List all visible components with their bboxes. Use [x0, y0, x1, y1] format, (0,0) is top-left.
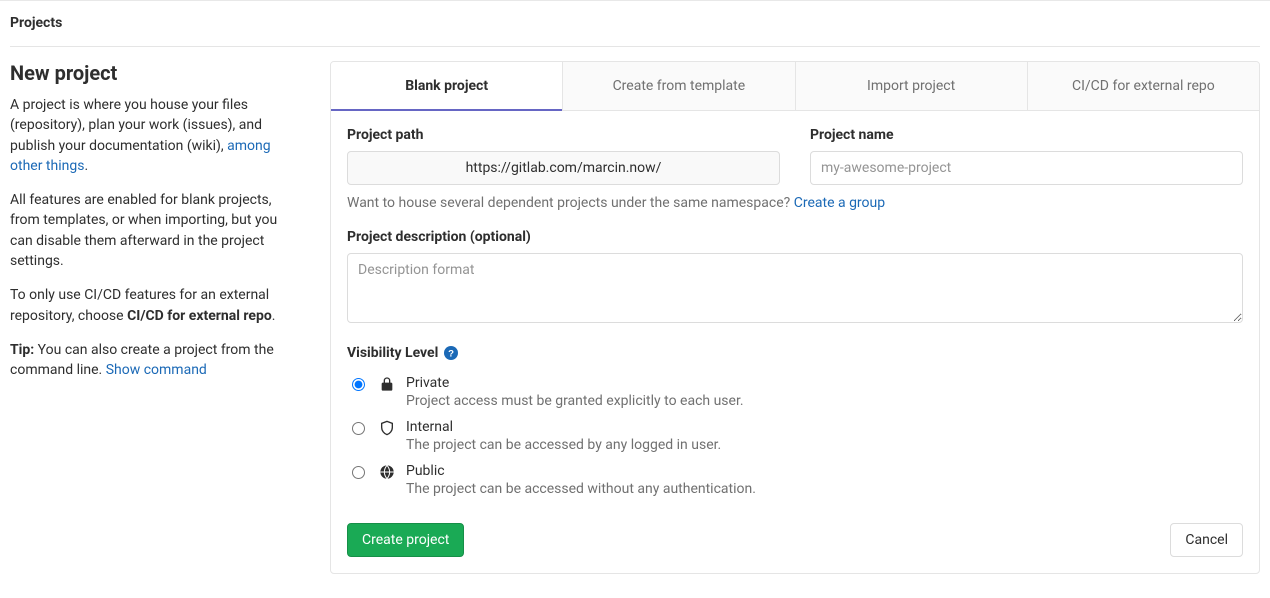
sidebar-cicd-note: To only use CI/CD features for an extern…: [10, 285, 300, 326]
create-group-link[interactable]: Create a group: [794, 195, 885, 211]
visibility-option-public[interactable]: Public The project can be accessed witho…: [347, 463, 1243, 497]
show-command-link[interactable]: Show command: [106, 362, 207, 378]
namespace-hint: Want to house several dependent projects…: [347, 195, 1243, 211]
visibility-title-private: Private: [406, 375, 744, 391]
tab-cicd-external-repo[interactable]: CI/CD for external repo: [1028, 62, 1259, 110]
visibility-radio-public[interactable]: [352, 466, 365, 479]
sidebar-tip: Tip: You can also create a project from …: [10, 340, 300, 381]
cancel-button[interactable]: Cancel: [1170, 523, 1243, 557]
visibility-desc-internal: The project can be accessed by any logge…: [406, 437, 721, 453]
project-name-label: Project name: [810, 127, 1243, 143]
tabs: Blank project Create from template Impor…: [331, 62, 1259, 111]
visibility-desc-private: Project access must be granted explicitl…: [406, 393, 744, 409]
visibility-option-private[interactable]: Private Project access must be granted e…: [347, 375, 1243, 409]
breadcrumb: Projects: [10, 15, 62, 31]
project-path-value: https://gitlab.com/marcin.now/: [347, 151, 780, 185]
svg-text:?: ?: [448, 349, 454, 360]
visibility-desc-public: The project can be accessed without any …: [406, 481, 756, 497]
visibility-title-internal: Internal: [406, 419, 721, 435]
tab-create-from-template[interactable]: Create from template: [563, 62, 795, 110]
sidebar-features-note: All features are enabled for blank proje…: [10, 190, 300, 271]
project-path-label: Project path: [347, 127, 780, 143]
visibility-radio-internal[interactable]: [352, 422, 365, 435]
help-icon[interactable]: ?: [444, 346, 458, 360]
project-description-input[interactable]: [347, 253, 1243, 323]
tab-import-project[interactable]: Import project: [796, 62, 1028, 110]
visibility-option-internal[interactable]: Internal The project can be accessed by …: [347, 419, 1243, 453]
sidebar-intro: A project is where you house your files …: [10, 95, 300, 176]
page-title: New project: [10, 61, 300, 85]
project-name-input[interactable]: [810, 151, 1243, 185]
sidebar: New project A project is where you house…: [10, 61, 330, 574]
shield-icon: [378, 420, 396, 436]
visibility-label: Visibility Level: [347, 345, 438, 361]
lock-icon: [378, 376, 396, 392]
project-description-label: Project description (optional): [347, 229, 1243, 245]
tab-blank-project[interactable]: Blank project: [331, 62, 563, 110]
create-project-button[interactable]: Create project: [347, 523, 464, 557]
globe-icon: [378, 464, 396, 480]
visibility-radio-private[interactable]: [352, 378, 365, 391]
visibility-title-public: Public: [406, 463, 756, 479]
